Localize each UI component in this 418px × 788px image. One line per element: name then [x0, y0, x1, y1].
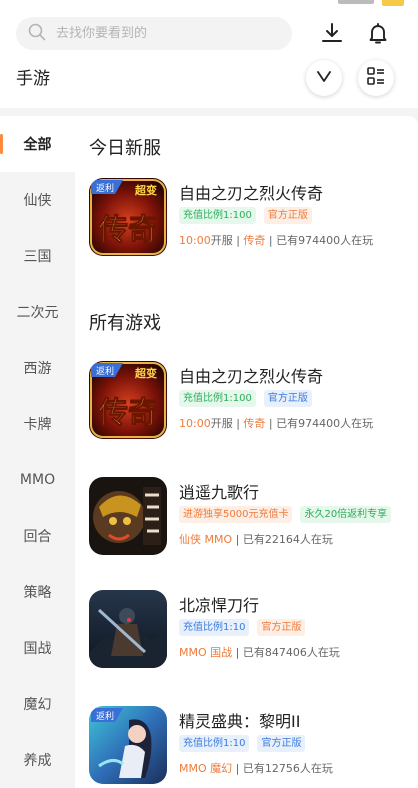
tag-official: 官方正版	[257, 619, 306, 636]
tag-rebate: 永久20倍返利专享	[300, 506, 392, 523]
player-count: 已有974400人在玩	[276, 234, 374, 247]
player-count: 已有847406人在玩	[242, 646, 340, 659]
game-name: 逍遥九歌行	[179, 483, 260, 502]
genre-label: 国战	[210, 646, 233, 659]
warrior-icon	[89, 590, 167, 668]
player-count: 已有22164人在玩	[242, 533, 333, 546]
genre-label: MMO	[204, 533, 233, 546]
list-item[interactable]: 返利 超变 传奇 自由之刃之烈火传奇 充值比例1:100 官方正版 10:00开…	[89, 178, 414, 260]
battery-icon	[382, 0, 404, 6]
genre-label: 传奇	[243, 417, 266, 430]
legend-game-icon: 返利 超变 传奇	[89, 178, 167, 256]
sidebar-item-card[interactable]: 卡牌	[0, 396, 75, 452]
category-sidebar: 全部 仙侠 三国 二次元 西游 卡牌 MMO 回合 策略 国战 魔幻 养成	[0, 116, 75, 788]
svg-text:传奇: 传奇	[97, 396, 158, 431]
sidebar-item-nurture[interactable]: 养成	[0, 732, 75, 788]
sidebar-item-anime[interactable]: 二次元	[0, 284, 75, 340]
game-meta: 10:00开服 | 传奇 | 已有974400人在玩	[179, 234, 374, 247]
sidebar-item-xiyou[interactable]: 西游	[0, 340, 75, 396]
genre-label: MMO	[179, 646, 207, 659]
sidebar-item-nation-war[interactable]: 国战	[0, 620, 75, 676]
list-icon	[366, 66, 386, 90]
legend-game-icon: 返利 超变 传奇	[89, 361, 167, 439]
chevron-down-icon	[315, 67, 333, 89]
game-name: 北凉悍刀行	[179, 596, 260, 615]
tag-official: 官方正版	[263, 390, 312, 407]
sidebar-item-fantasy[interactable]: 魔幻	[0, 676, 75, 732]
svg-text:返利: 返利	[96, 182, 114, 194]
list-view-button[interactable]	[358, 60, 394, 96]
search-bar[interactable]	[16, 17, 292, 50]
tag-recharge-card: 进游独享5000元充值卡	[179, 506, 293, 523]
game-meta: 10:00开服 | 传奇 | 已有974400人在玩	[179, 417, 374, 430]
server-time: 10:00	[179, 417, 211, 430]
game-meta: 仙侠 MMO | 已有22164人在玩	[179, 533, 333, 546]
svg-text:超变: 超变	[134, 366, 157, 380]
player-count: 已有974400人在玩	[276, 417, 374, 430]
genre-label: 魔幻	[210, 762, 233, 775]
sidebar-item-xianxia[interactable]: 仙侠	[0, 172, 75, 228]
page-title: 手游	[16, 69, 50, 89]
sidebar-item-strategy[interactable]: 策略	[0, 564, 75, 620]
sidebar-item-sanguo[interactable]: 三国	[0, 228, 75, 284]
genre-label: MMO	[179, 762, 207, 775]
tag-recharge-ratio: 充值比例1:100	[179, 207, 256, 224]
svg-text:返利: 返利	[96, 710, 114, 722]
game-meta: MMO 国战 | 已有847406人在玩	[179, 646, 340, 659]
tag-recharge-ratio: 充值比例1:10	[179, 735, 250, 752]
svg-text:返利: 返利	[96, 365, 114, 377]
game-list-panel: 今日新服 返利 超变 传奇 自由之刃之烈火传奇 充值比例1:100 官方正版 1…	[75, 116, 418, 788]
signal-icon	[338, 0, 374, 4]
section-title-all-games: 所有游戏	[89, 313, 161, 334]
sidebar-item-turn-based[interactable]: 回合	[0, 508, 75, 564]
status-bar	[0, 0, 418, 8]
sidebar-item-all[interactable]: 全部	[0, 116, 75, 172]
list-item[interactable]: 返利 超变 传奇 自由之刃之烈火传奇 充值比例1:100 官方正版 10:00开…	[89, 361, 414, 443]
tag-official: 官方正版	[263, 207, 312, 224]
server-time: 10:00	[179, 234, 211, 247]
server-status: 开服	[210, 417, 233, 430]
genre-label: 传奇	[243, 234, 266, 247]
list-item[interactable]: 逍遥九歌行 进游独享5000元充值卡 永久20倍返利专享 仙侠 MMO | 已有…	[89, 477, 414, 559]
list-item[interactable]: 返利 精灵盛典：黎明II 充值比例1:10 官方正版 MMO 魔幻 | 已有12…	[89, 706, 414, 788]
player-count: 已有12756人在玩	[242, 762, 333, 775]
tag-recharge-ratio: 充值比例1:100	[179, 390, 256, 407]
download-icon[interactable]	[317, 18, 347, 48]
search-icon	[28, 23, 46, 45]
server-status: 开服	[210, 234, 233, 247]
game-name: 自由之刃之烈火传奇	[179, 367, 324, 386]
fairy-icon: 返利	[89, 706, 167, 784]
tag-recharge-ratio: 充值比例1:10	[179, 619, 250, 636]
tag-official: 官方正版	[257, 735, 306, 752]
svg-text:传奇: 传奇	[97, 213, 158, 248]
list-item[interactable]: 北凉悍刀行 充值比例1:10 官方正版 MMO 国战 | 已有847406人在玩	[89, 590, 414, 672]
section-title-new-servers: 今日新服	[89, 138, 161, 159]
bell-icon[interactable]	[363, 18, 393, 48]
expand-dropdown-button[interactable]	[306, 60, 342, 96]
genre-label: 仙侠	[179, 533, 201, 546]
svg-text:超变: 超变	[134, 183, 157, 197]
monkey-king-icon	[89, 477, 167, 555]
header: 手游	[0, 8, 418, 108]
sidebar-item-mmo[interactable]: MMO	[0, 452, 75, 508]
search-input[interactable]	[56, 26, 276, 41]
game-meta: MMO 魔幻 | 已有12756人在玩	[179, 762, 333, 775]
game-name: 精灵盛典：黎明II	[179, 712, 301, 731]
game-name: 自由之刃之烈火传奇	[179, 184, 324, 203]
